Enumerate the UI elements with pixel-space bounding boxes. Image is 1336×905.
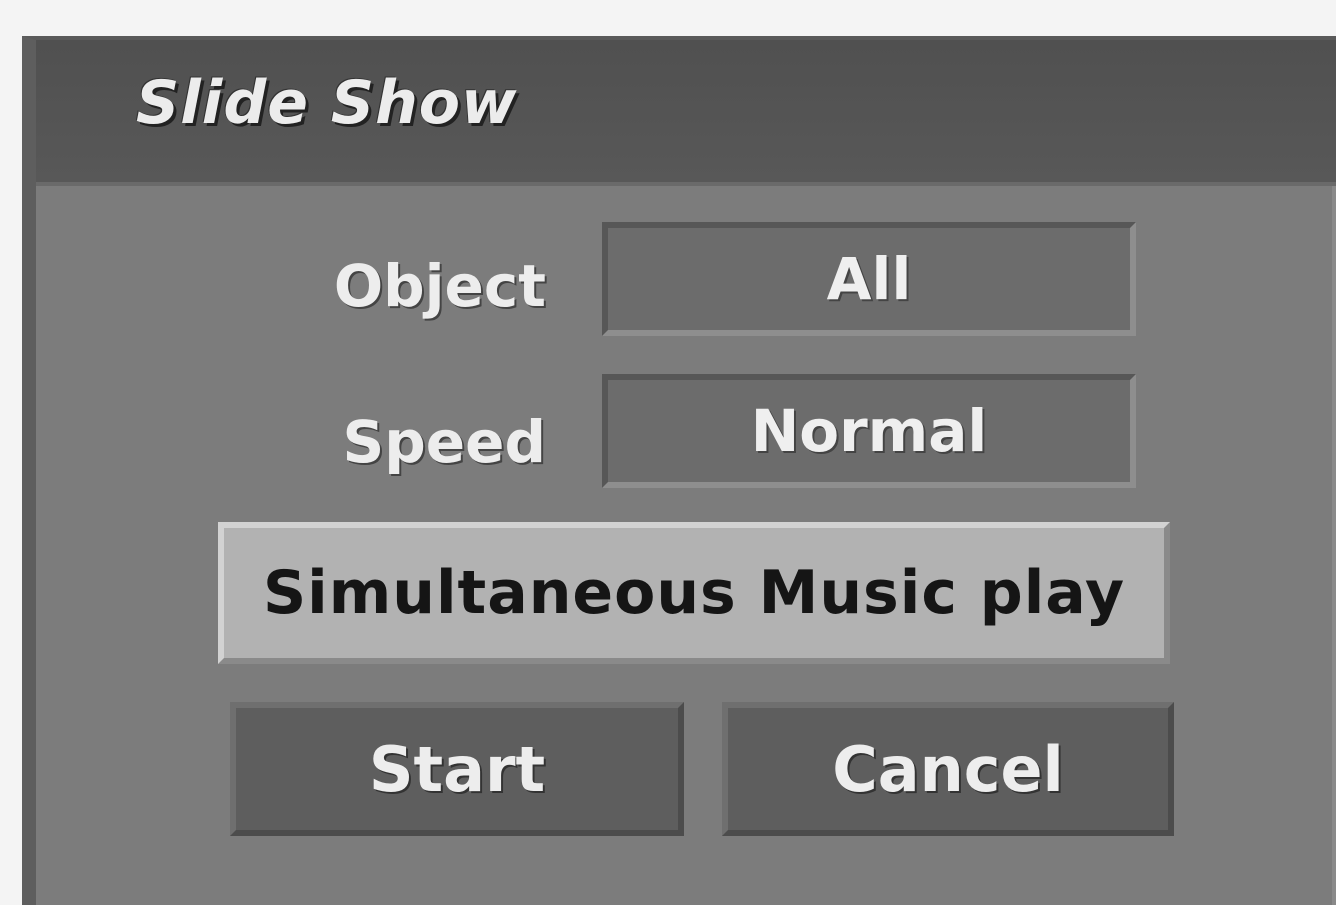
- cancel-button[interactable]: Cancel: [722, 702, 1174, 836]
- object-label: Object: [333, 252, 546, 320]
- object-select[interactable]: All: [602, 222, 1136, 336]
- slide-show-dialog: Slide Show Object All Speed Normal Simul…: [22, 36, 1336, 905]
- speed-label: Speed: [342, 408, 546, 476]
- title-bar: Slide Show: [36, 40, 1336, 186]
- simultaneous-music-play-button[interactable]: Simultaneous Music play: [218, 522, 1170, 664]
- dialog-title: Slide Show: [136, 68, 518, 138]
- start-button[interactable]: Start: [230, 702, 684, 836]
- speed-select[interactable]: Normal: [602, 374, 1136, 488]
